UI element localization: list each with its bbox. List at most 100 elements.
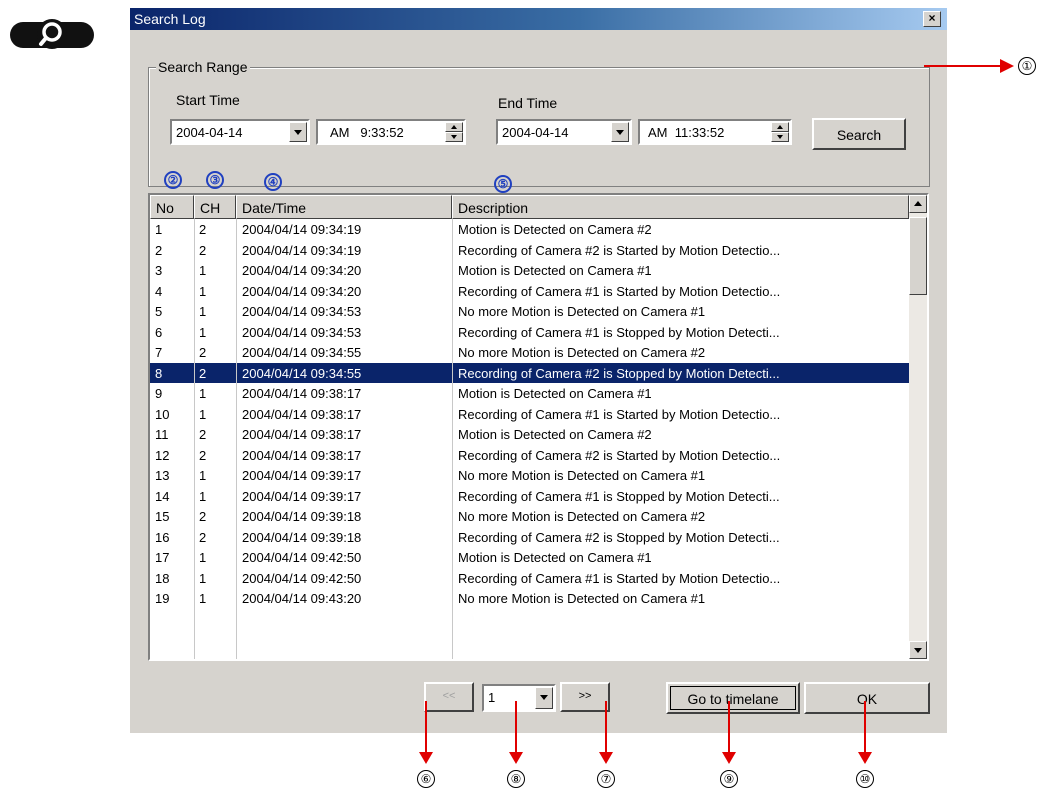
table-row[interactable]: 16 2 2004/04/14 09:39:18 Recording of Camer… xyxy=(150,527,909,548)
row-datetime: 2004/04/14 09:38:17 xyxy=(242,386,362,401)
annotation-arrow-8 xyxy=(515,701,517,755)
end-date-dropdown[interactable]: 2004-04-14 xyxy=(496,119,632,145)
row-ch: 1 xyxy=(199,591,207,606)
end-time-spinner[interactable] xyxy=(771,122,789,142)
table-row[interactable]: 14 1 2004/04/14 09:39:17 Recording of Camer… xyxy=(150,486,909,507)
column-divider xyxy=(452,219,453,659)
chevron-down-icon[interactable] xyxy=(611,122,629,142)
table-row[interactable]: 3 1 2004/04/14 09:34:20 Motion is Detected … xyxy=(150,260,909,281)
row-ch: 2 xyxy=(199,222,207,237)
table-row[interactable]: 10 1 2004/04/14 09:38:17 Recording of Camer… xyxy=(150,404,909,425)
row-description: Recording of Camera #2 is Stopped by Mot… xyxy=(458,365,780,381)
column-header-datetime[interactable]: Date/Time xyxy=(236,195,452,219)
row-ch: 1 xyxy=(199,406,207,422)
row-ch: 1 xyxy=(199,488,207,504)
row-no: 13 xyxy=(155,468,170,483)
arrow-head-icon xyxy=(858,752,872,764)
next-page-button[interactable]: >> xyxy=(560,682,610,712)
go-to-timelane-button[interactable]: Go to timelane xyxy=(666,682,800,714)
scroll-up-button[interactable] xyxy=(909,195,927,213)
end-date-value: 2004-04-14 xyxy=(502,125,569,140)
annotation-arrow-6 xyxy=(425,701,427,755)
table-row[interactable]: 7 2 2004/04/14 09:34:55 No more Motion is D… xyxy=(150,342,909,363)
chevron-down-icon[interactable] xyxy=(289,122,307,142)
search-log-dialog: Search Log × Search Range Start Time End… xyxy=(130,8,947,733)
spin-up-icon[interactable] xyxy=(445,122,463,132)
page-dropdown[interactable]: 1 xyxy=(482,684,556,712)
table-row[interactable]: 2 2 2004/04/14 09:34:19 Recording of Camera… xyxy=(150,240,909,261)
row-description: Recording of Camera #1 is Started by Mot… xyxy=(458,283,781,299)
row-ch: 1 xyxy=(199,304,207,319)
close-button[interactable]: × xyxy=(923,11,941,27)
magnifier-logo-icon xyxy=(8,12,96,56)
marker-6: ⑥ xyxy=(417,770,435,788)
row-datetime: 2004/04/14 09:42:50 xyxy=(242,570,362,586)
table-row[interactable]: 8 2 2004/04/14 09:34:55 Recording of Camera… xyxy=(150,362,909,383)
start-date-dropdown[interactable]: 2004-04-14 xyxy=(170,119,310,145)
column-header-ch[interactable]: CH xyxy=(194,195,236,219)
title-bar[interactable]: Search Log × xyxy=(130,8,947,30)
scroll-thumb[interactable] xyxy=(909,217,927,295)
table-row[interactable]: 19 1 2004/04/14 09:43:20 No more Motion is … xyxy=(150,588,909,609)
row-description: No more Motion is Detected on Camera #1 xyxy=(458,304,706,319)
row-ch: 2 xyxy=(199,345,207,360)
column-header-no[interactable]: No xyxy=(150,195,194,219)
table-row[interactable]: 6 1 2004/04/14 09:34:53 Recording of Camera… xyxy=(150,322,909,343)
row-no: 3 xyxy=(155,263,163,278)
row-description: Recording of Camera #2 is Stopped by Mot… xyxy=(458,529,780,545)
row-no: 10 xyxy=(155,406,170,422)
row-datetime: 2004/04/14 09:34:55 xyxy=(242,365,362,381)
row-no: 12 xyxy=(155,447,170,463)
row-no: 11 xyxy=(155,427,169,442)
column-header-description[interactable]: Description xyxy=(452,195,909,219)
table-row[interactable]: 4 1 2004/04/14 09:34:20 Recording of Camera… xyxy=(150,281,909,302)
start-time-value: AM 9:33:52 xyxy=(330,125,404,140)
spin-down-icon[interactable] xyxy=(771,132,789,142)
end-time-field[interactable]: AM 11:33:52 xyxy=(638,119,792,145)
prev-page-button[interactable]: << xyxy=(424,682,474,712)
table-row[interactable]: 11 2 2004/04/14 09:38:17 Motion is Detected… xyxy=(150,424,909,445)
search-button[interactable]: Search xyxy=(812,118,906,150)
row-description: No more Motion is Detected on Camera #1 xyxy=(458,591,706,606)
table-row[interactable]: 1 2 2004/04/14 09:34:19 Motion is Detected … xyxy=(150,219,909,240)
row-ch: 1 xyxy=(199,263,207,278)
row-no: 1 xyxy=(155,222,163,237)
search-range-label: Search Range xyxy=(156,59,250,75)
start-time-spinner[interactable] xyxy=(445,122,463,142)
chevron-down-icon[interactable] xyxy=(535,687,553,709)
table-row[interactable]: 15 2 2004/04/14 09:39:18 No more Motion is … xyxy=(150,506,909,527)
row-no: 14 xyxy=(155,488,170,504)
row-datetime: 2004/04/14 09:38:17 xyxy=(242,406,362,422)
log-list[interactable]: No CH Date/Time Description 1 2 2004/04/14… xyxy=(148,193,929,661)
scroll-down-button[interactable] xyxy=(909,641,927,659)
table-row[interactable]: 5 1 2004/04/14 09:34:53 No more Motion is D… xyxy=(150,301,909,322)
spin-down-icon[interactable] xyxy=(445,132,463,142)
row-description: Recording of Camera #2 is Started by Mot… xyxy=(458,447,781,463)
start-time-field[interactable]: AM 9:33:52 xyxy=(316,119,466,145)
marker-4: ④ xyxy=(264,173,282,191)
ok-button[interactable]: OK xyxy=(804,682,930,714)
table-row[interactable]: 17 1 2004/04/14 09:42:50 Motion is Detected… xyxy=(150,547,909,568)
row-no: 15 xyxy=(155,509,170,524)
row-description: No more Motion is Detected on Camera #2 xyxy=(458,345,706,360)
table-row[interactable]: 12 2 2004/04/14 09:38:17 Recording of Camer… xyxy=(150,445,909,466)
row-description: Motion is Detected on Camera #1 xyxy=(458,550,652,565)
row-description: No more Motion is Detected on Camera #2 xyxy=(458,509,706,524)
marker-5: ⑤ xyxy=(494,175,512,193)
marker-2: ② xyxy=(164,171,182,189)
row-ch: 2 xyxy=(199,365,207,381)
row-datetime: 2004/04/14 09:34:53 xyxy=(242,324,362,340)
vertical-scrollbar[interactable] xyxy=(909,195,927,659)
row-no: 17 xyxy=(155,550,170,565)
table-row[interactable]: 18 1 2004/04/14 09:42:50 Recording of Camer… xyxy=(150,568,909,589)
spin-up-icon[interactable] xyxy=(771,122,789,132)
table-row[interactable]: 13 1 2004/04/14 09:39:17 No more Motion is … xyxy=(150,465,909,486)
annotation-arrow-7 xyxy=(605,701,607,755)
row-datetime: 2004/04/14 09:34:20 xyxy=(242,283,362,299)
marker-9: ⑨ xyxy=(720,770,738,788)
arrow-down-icon xyxy=(914,648,922,653)
annotation-arrow-1 xyxy=(924,65,1012,67)
table-row[interactable]: 9 1 2004/04/14 09:38:17 Motion is Detected … xyxy=(150,383,909,404)
row-datetime: 2004/04/14 09:39:18 xyxy=(242,529,362,545)
row-no: 7 xyxy=(155,345,163,360)
